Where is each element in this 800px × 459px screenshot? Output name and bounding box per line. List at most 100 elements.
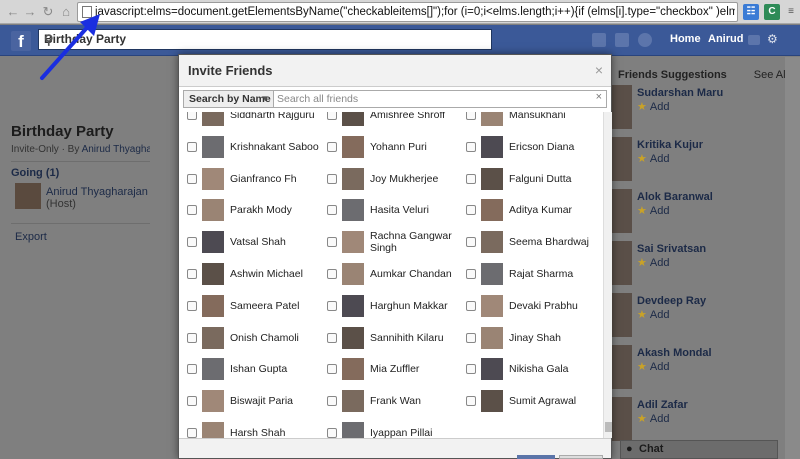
friend-name[interactable]: Onish Chamoli [230, 332, 330, 344]
friend-name[interactable]: Sameera Patel [230, 300, 330, 312]
notifications-icon[interactable] [638, 33, 652, 47]
friend-checkbox[interactable] [466, 269, 476, 279]
home-link[interactable]: Home [670, 33, 701, 45]
chat-bar[interactable]: ● Chat [620, 440, 778, 459]
friend-checkbox[interactable] [327, 205, 337, 216]
friend-checkbox[interactable] [466, 173, 476, 184]
avatar[interactable] [612, 85, 632, 129]
friend-name[interactable]: Devaki Prabhu [509, 300, 603, 312]
suggestion-name[interactable]: Adil Zafar [637, 399, 688, 411]
menu-icon[interactable]: ≡ [783, 4, 799, 20]
friend-name[interactable]: Jinay Shah [509, 332, 603, 344]
address-bar[interactable]: javascript:elms=document.getElementsByNa… [77, 2, 738, 22]
friend-checkbox[interactable] [466, 364, 476, 375]
friend-name[interactable]: Gianfranco Fh [230, 173, 330, 185]
friend-name[interactable]: Vatsal Shah [230, 236, 330, 248]
friend-name[interactable]: Harghun Makkar [370, 300, 465, 312]
friend-checkbox[interactable] [187, 396, 197, 407]
friend-checkbox[interactable] [187, 237, 197, 248]
suggestion-name[interactable]: Devdeep Ray [637, 295, 706, 307]
friend-name[interactable]: Harsh Shah [230, 427, 330, 438]
gear-icon[interactable]: ⚙ [767, 33, 779, 45]
avatar[interactable] [612, 397, 632, 441]
close-icon[interactable]: × [595, 62, 603, 78]
friend-checkbox[interactable] [187, 173, 197, 184]
friend-checkbox[interactable] [327, 396, 337, 407]
friend-checkbox[interactable] [327, 141, 337, 152]
friend-checkbox[interactable] [187, 428, 197, 438]
add-friend-link[interactable]: ★ Add [637, 308, 669, 321]
friend-checkbox[interactable] [327, 112, 337, 120]
avatar[interactable] [612, 137, 632, 181]
friend-checkbox[interactable] [187, 141, 197, 152]
friend-name[interactable]: Frank Wan [370, 395, 465, 407]
friend-checkbox[interactable] [466, 332, 476, 343]
friend-checkbox[interactable] [466, 300, 476, 311]
friend-checkbox[interactable] [187, 300, 197, 311]
friend-checkbox[interactable] [327, 428, 337, 438]
friend-checkbox[interactable] [327, 332, 337, 343]
friend-checkbox[interactable] [327, 364, 337, 375]
export-link[interactable]: Export [15, 231, 47, 243]
avatar[interactable] [612, 241, 632, 285]
friend-name[interactable]: Sannihith Kilaru [370, 332, 465, 344]
facebook-logo[interactable]: f [11, 31, 31, 51]
friend-checkbox[interactable] [187, 269, 197, 279]
suggestion-name[interactable]: Sai Srivatsan [637, 243, 706, 255]
going-heading[interactable]: Going (1) [11, 167, 59, 179]
friend-name[interactable]: Rachna Gangwar Singh [370, 230, 465, 254]
send-invites-button[interactable] [517, 455, 555, 459]
friend-checkbox[interactable] [187, 112, 197, 120]
clear-icon[interactable]: × [596, 91, 602, 103]
friend-name[interactable]: Aditya Kumar [509, 204, 603, 216]
friend-name[interactable]: Hasita Veluri [370, 204, 465, 216]
friend-name[interactable]: Falguni Dutta [509, 173, 603, 185]
extension-icon[interactable]: C [764, 4, 780, 20]
friend-name[interactable]: Ericson Diana [509, 141, 603, 153]
friend-checkbox[interactable] [187, 205, 197, 216]
friend-name[interactable]: Biswajit Paria [230, 395, 330, 407]
friend-name[interactable]: Yohann Puri [370, 141, 465, 153]
friend-name[interactable]: Aumkar Chandan [370, 268, 465, 280]
friend-checkbox[interactable] [466, 141, 476, 152]
cancel-button[interactable] [559, 455, 603, 459]
friend-checkbox[interactable] [327, 269, 337, 279]
friend-name[interactable]: Rajat Sharma [509, 268, 603, 280]
add-friend-link[interactable]: ★ Add [637, 256, 669, 269]
suggestion-name[interactable]: Sudarshan Maru [637, 87, 723, 99]
add-friend-link[interactable]: ★ Add [637, 360, 669, 373]
account-icon[interactable] [748, 35, 760, 45]
messages-icon[interactable] [615, 33, 629, 47]
avatar[interactable] [15, 183, 41, 209]
add-friend-link[interactable]: ★ Add [637, 412, 669, 425]
add-friend-link[interactable]: ★ Add [637, 204, 669, 217]
suggestion-name[interactable]: Akash Mondal [637, 347, 712, 359]
add-friend-link[interactable]: ★ Add [637, 100, 669, 113]
scrollbar-thumb[interactable] [605, 422, 612, 432]
friend-name[interactable]: Iyappan Pillai [370, 427, 465, 438]
search-icon[interactable]: ⚲ [44, 32, 487, 48]
friend-checkbox[interactable] [187, 364, 197, 375]
friend-name[interactable]: Mia Zuffler [370, 363, 465, 375]
dialog-scrollbar[interactable] [603, 112, 612, 438]
friend-name[interactable]: Nikisha Gala [509, 363, 603, 375]
suggestion-name[interactable]: Kritika Kujur [637, 139, 703, 151]
friend-checkbox[interactable] [466, 237, 476, 248]
friend-name[interactable]: Ishan Gupta [230, 363, 330, 375]
friend-checkbox[interactable] [327, 237, 337, 248]
avatar[interactable] [612, 345, 632, 389]
friend-name[interactable]: Siddharth Rajguru [230, 112, 330, 121]
page-scrollbar[interactable] [785, 57, 800, 459]
friend-checkbox[interactable] [466, 112, 476, 120]
add-friend-link[interactable]: ★ Add [637, 152, 669, 165]
see-all-link[interactable]: See All [754, 69, 788, 81]
friend-checkbox[interactable] [327, 173, 337, 184]
friend-name[interactable]: Joy Mukherjee [370, 173, 465, 185]
filter-dropdown[interactable]: Search by Name ▼ [183, 90, 274, 108]
friend-name[interactable]: Mansukhani [509, 112, 603, 121]
friend-name[interactable]: Sumit Agrawal [509, 395, 603, 407]
going-name[interactable]: Anirud Thyagharajan [46, 186, 148, 198]
friend-name[interactable]: Seema Bhardwaj [509, 236, 603, 248]
friend-name[interactable]: Parakh Mody [230, 204, 330, 216]
suggestion-name[interactable]: Alok Baranwal [637, 191, 713, 203]
